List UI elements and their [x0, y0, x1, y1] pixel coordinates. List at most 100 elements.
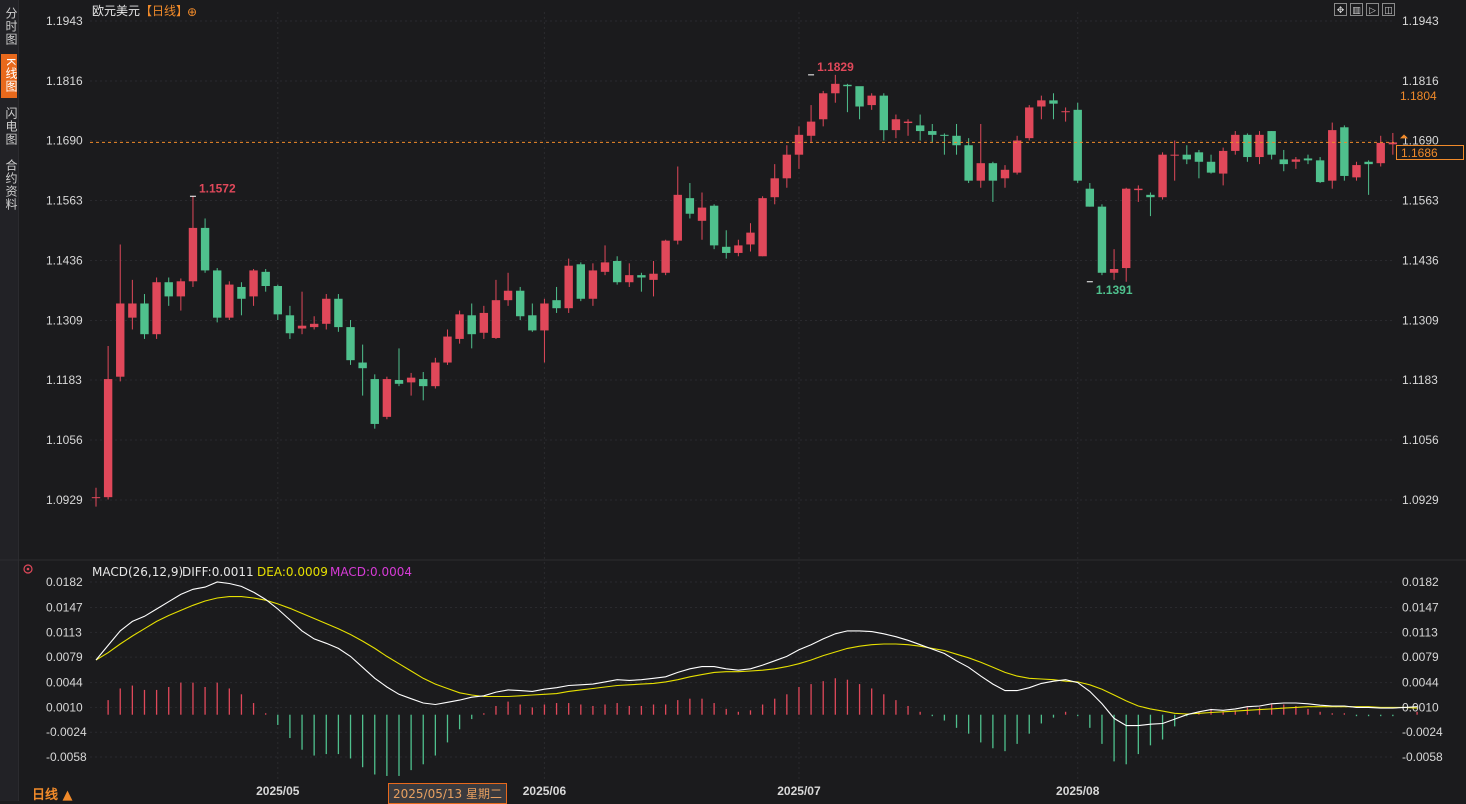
window-icon[interactable]: ◫ — [1382, 3, 1395, 16]
candle — [431, 357, 440, 389]
candle — [1194, 149, 1204, 179]
annotation-label: 1.1829 — [817, 60, 854, 74]
candle — [309, 316, 319, 330]
period-selector-button[interactable]: 日线 ▲ — [32, 784, 73, 803]
candle — [261, 269, 270, 292]
candle — [1255, 131, 1264, 165]
play-icon[interactable]: ▷ — [1366, 3, 1379, 16]
candle — [1243, 133, 1252, 162]
period-tag: 【日线】 — [140, 4, 188, 18]
candle — [1376, 135, 1385, 167]
add-symbol-icon[interactable]: ⊕ — [187, 5, 197, 19]
symbol-title: 欧元美元 — [92, 4, 140, 18]
layout-icon[interactable]: ▥ — [1350, 3, 1363, 16]
candle — [406, 372, 416, 396]
candle — [1218, 147, 1228, 186]
candle — [1291, 157, 1301, 169]
candle — [1085, 183, 1095, 207]
candle — [952, 123, 961, 155]
candle — [903, 119, 913, 136]
candle — [915, 114, 925, 141]
candle — [1097, 204, 1107, 276]
candle — [734, 239, 743, 257]
macd-tick-right: 0.0044 — [1402, 676, 1439, 690]
candle — [976, 123, 985, 188]
candle — [891, 114, 901, 139]
candle — [1182, 145, 1191, 165]
candle — [164, 277, 173, 306]
candle — [1000, 165, 1010, 188]
price-tick-right: 1.1436 — [1402, 254, 1439, 268]
candle — [285, 305, 295, 339]
candle — [867, 93, 876, 110]
price-tag-upper: 1.1804 — [1396, 89, 1464, 104]
macd-tick-left: 0.0010 — [46, 700, 83, 714]
chart-canvas[interactable]: 1.1943 1.19431.1816 1.18161.1690 1.16901.15… — [0, 0, 1466, 801]
candle — [1122, 187, 1131, 282]
candle — [540, 298, 549, 363]
candle — [419, 371, 428, 401]
candle — [1061, 107, 1070, 122]
price-tag-current: 1.1686 — [1396, 145, 1464, 160]
price-tick-left: 1.1563 — [46, 194, 83, 208]
fullscreen-icon[interactable]: ✥ — [1334, 3, 1347, 16]
candle — [334, 294, 343, 332]
current-price-line — [90, 134, 1408, 143]
candle — [673, 166, 682, 245]
macd-tick-left: 0.0182 — [46, 575, 83, 589]
candle — [1134, 185, 1143, 202]
price-tick-right: 1.1943 — [1402, 14, 1439, 28]
candle — [1340, 125, 1349, 181]
candle — [249, 269, 258, 306]
price-tick-left: 1.1436 — [46, 254, 83, 268]
macd-tick-right: 0.0079 — [1402, 650, 1439, 664]
candle — [770, 164, 779, 205]
candle — [394, 348, 404, 387]
candle — [564, 258, 573, 313]
price-tick-left: 1.0929 — [46, 493, 83, 507]
candle — [746, 223, 755, 252]
macd-histogram — [107, 678, 1418, 776]
date-tick: 2025/05 — [256, 784, 300, 798]
candle — [964, 138, 973, 184]
macd-title: MACD(26,12,9) — [92, 565, 183, 579]
candle — [140, 294, 149, 339]
macd-tick-right: 0.0113 — [1402, 625, 1438, 639]
price-tick-left: 1.1309 — [46, 313, 83, 327]
price-tick-right: 1.1309 — [1402, 313, 1439, 327]
candle — [528, 303, 537, 332]
candle — [661, 239, 670, 276]
macd-tick-left: 0.0147 — [46, 601, 83, 615]
candle — [237, 282, 246, 316]
candle — [1025, 105, 1034, 141]
candle — [1364, 160, 1373, 195]
annotation-label: 1.1391 — [1096, 283, 1133, 297]
candle — [491, 279, 501, 339]
candle — [346, 320, 355, 365]
macd-tick-left: -0.0058 — [46, 750, 87, 764]
candle — [600, 245, 610, 276]
candle — [467, 303, 476, 349]
candle — [637, 272, 646, 292]
candle — [1328, 122, 1337, 189]
candle — [988, 161, 998, 202]
candle — [152, 277, 161, 339]
candle — [819, 90, 828, 127]
date-tick: 2025/06 — [523, 784, 567, 798]
grid — [0, 12, 1466, 782]
candle — [697, 192, 707, 240]
candle — [1267, 131, 1276, 160]
macd-tick-right: -0.0024 — [1402, 725, 1443, 739]
macd-tick-left: 0.0044 — [46, 676, 83, 690]
macd-tick-right: -0.0058 — [1402, 750, 1443, 764]
price-tick-left: 1.1183 — [46, 373, 82, 387]
candle — [879, 93, 888, 141]
candle — [128, 279, 137, 330]
candle — [213, 268, 222, 323]
candle — [831, 74, 840, 103]
candle — [940, 133, 949, 155]
candle — [1146, 192, 1155, 217]
candle — [1206, 154, 1216, 174]
candle — [297, 291, 307, 335]
candle — [116, 244, 125, 382]
